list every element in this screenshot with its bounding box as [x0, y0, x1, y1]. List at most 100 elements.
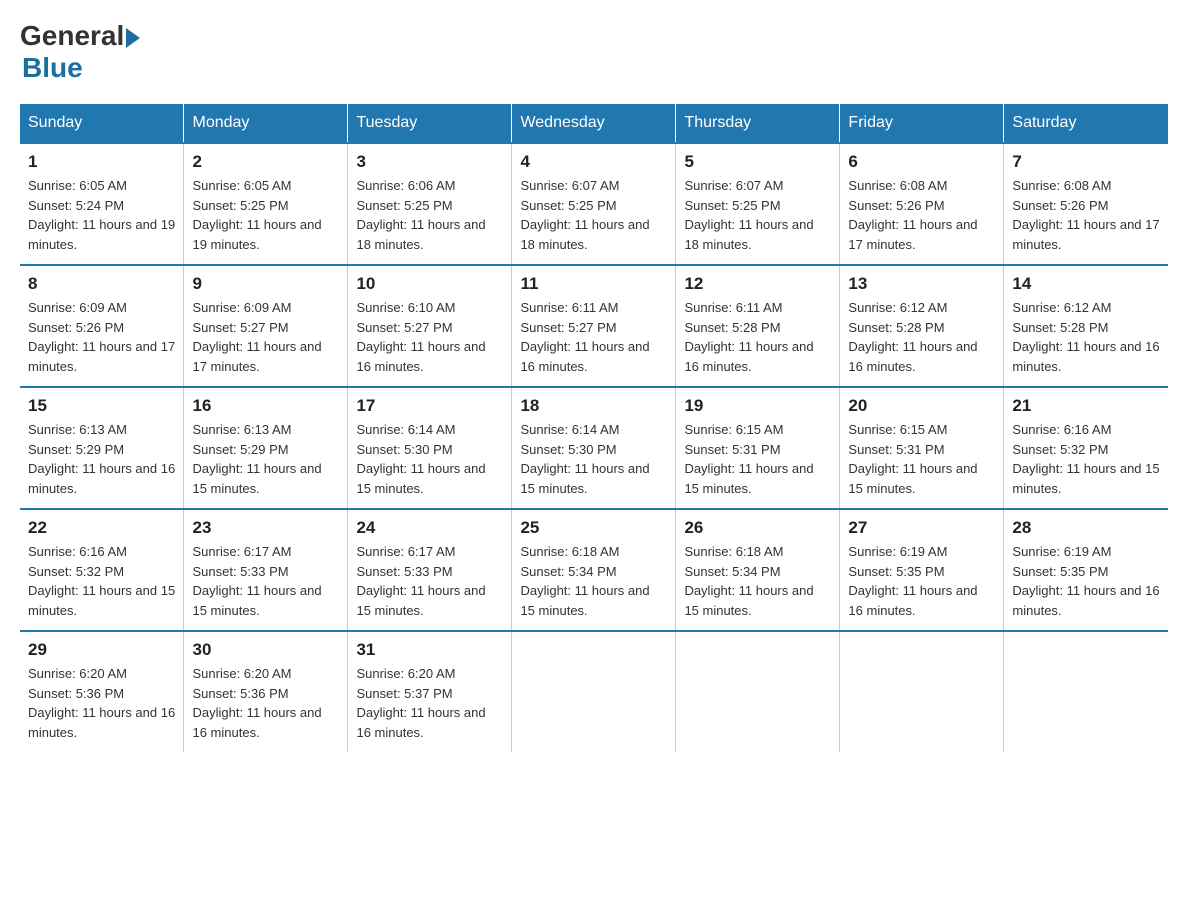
- header-tuesday: Tuesday: [348, 104, 512, 143]
- day-number: 7: [1012, 152, 1160, 172]
- calendar-cell: 27 Sunrise: 6:19 AM Sunset: 5:35 PM Dayl…: [840, 509, 1004, 631]
- day-number: 22: [28, 518, 175, 538]
- day-info: Sunrise: 6:09 AM Sunset: 5:26 PM Dayligh…: [28, 298, 175, 376]
- day-info: Sunrise: 6:17 AM Sunset: 5:33 PM Dayligh…: [356, 542, 503, 620]
- calendar-cell: 31 Sunrise: 6:20 AM Sunset: 5:37 PM Dayl…: [348, 631, 512, 752]
- day-number: 19: [684, 396, 831, 416]
- day-info: Sunrise: 6:07 AM Sunset: 5:25 PM Dayligh…: [520, 176, 667, 254]
- calendar-cell: 16 Sunrise: 6:13 AM Sunset: 5:29 PM Dayl…: [184, 387, 348, 509]
- calendar-table: SundayMondayTuesdayWednesdayThursdayFrid…: [20, 104, 1168, 752]
- day-number: 17: [356, 396, 503, 416]
- day-info: Sunrise: 6:16 AM Sunset: 5:32 PM Dayligh…: [28, 542, 175, 620]
- day-number: 23: [192, 518, 339, 538]
- day-number: 10: [356, 274, 503, 294]
- day-number: 27: [848, 518, 995, 538]
- logo-blue-text: Blue: [22, 52, 140, 84]
- day-info: Sunrise: 6:20 AM Sunset: 5:37 PM Dayligh…: [356, 664, 503, 742]
- day-number: 4: [520, 152, 667, 172]
- calendar-week-row: 29 Sunrise: 6:20 AM Sunset: 5:36 PM Dayl…: [20, 631, 1168, 752]
- calendar-cell: 25 Sunrise: 6:18 AM Sunset: 5:34 PM Dayl…: [512, 509, 676, 631]
- calendar-week-row: 8 Sunrise: 6:09 AM Sunset: 5:26 PM Dayli…: [20, 265, 1168, 387]
- calendar-cell: 23 Sunrise: 6:17 AM Sunset: 5:33 PM Dayl…: [184, 509, 348, 631]
- day-number: 12: [684, 274, 831, 294]
- calendar-cell: 29 Sunrise: 6:20 AM Sunset: 5:36 PM Dayl…: [20, 631, 184, 752]
- day-info: Sunrise: 6:19 AM Sunset: 5:35 PM Dayligh…: [1012, 542, 1160, 620]
- day-number: 29: [28, 640, 175, 660]
- day-number: 30: [192, 640, 339, 660]
- day-info: Sunrise: 6:09 AM Sunset: 5:27 PM Dayligh…: [192, 298, 339, 376]
- calendar-cell: 13 Sunrise: 6:12 AM Sunset: 5:28 PM Dayl…: [840, 265, 1004, 387]
- day-number: 25: [520, 518, 667, 538]
- calendar-cell: 17 Sunrise: 6:14 AM Sunset: 5:30 PM Dayl…: [348, 387, 512, 509]
- day-info: Sunrise: 6:05 AM Sunset: 5:24 PM Dayligh…: [28, 176, 175, 254]
- calendar-week-row: 15 Sunrise: 6:13 AM Sunset: 5:29 PM Dayl…: [20, 387, 1168, 509]
- day-info: Sunrise: 6:13 AM Sunset: 5:29 PM Dayligh…: [28, 420, 175, 498]
- calendar-cell: 10 Sunrise: 6:10 AM Sunset: 5:27 PM Dayl…: [348, 265, 512, 387]
- day-number: 14: [1012, 274, 1160, 294]
- page-header: General Blue: [20, 20, 1168, 84]
- calendar-cell: 6 Sunrise: 6:08 AM Sunset: 5:26 PM Dayli…: [840, 143, 1004, 265]
- day-info: Sunrise: 6:20 AM Sunset: 5:36 PM Dayligh…: [192, 664, 339, 742]
- calendar-cell: 24 Sunrise: 6:17 AM Sunset: 5:33 PM Dayl…: [348, 509, 512, 631]
- logo-general-text: General: [20, 20, 124, 52]
- day-info: Sunrise: 6:12 AM Sunset: 5:28 PM Dayligh…: [1012, 298, 1160, 376]
- day-info: Sunrise: 6:12 AM Sunset: 5:28 PM Dayligh…: [848, 298, 995, 376]
- calendar-cell: [512, 631, 676, 752]
- header-saturday: Saturday: [1004, 104, 1168, 143]
- calendar-cell: 2 Sunrise: 6:05 AM Sunset: 5:25 PM Dayli…: [184, 143, 348, 265]
- header-monday: Monday: [184, 104, 348, 143]
- day-number: 9: [192, 274, 339, 294]
- calendar-cell: 26 Sunrise: 6:18 AM Sunset: 5:34 PM Dayl…: [676, 509, 840, 631]
- day-info: Sunrise: 6:06 AM Sunset: 5:25 PM Dayligh…: [356, 176, 503, 254]
- calendar-cell: [1004, 631, 1168, 752]
- calendar-cell: 5 Sunrise: 6:07 AM Sunset: 5:25 PM Dayli…: [676, 143, 840, 265]
- calendar-cell: 19 Sunrise: 6:15 AM Sunset: 5:31 PM Dayl…: [676, 387, 840, 509]
- calendar-cell: 12 Sunrise: 6:11 AM Sunset: 5:28 PM Dayl…: [676, 265, 840, 387]
- day-info: Sunrise: 6:07 AM Sunset: 5:25 PM Dayligh…: [684, 176, 831, 254]
- day-info: Sunrise: 6:19 AM Sunset: 5:35 PM Dayligh…: [848, 542, 995, 620]
- day-info: Sunrise: 6:11 AM Sunset: 5:27 PM Dayligh…: [520, 298, 667, 376]
- day-number: 28: [1012, 518, 1160, 538]
- day-info: Sunrise: 6:18 AM Sunset: 5:34 PM Dayligh…: [684, 542, 831, 620]
- calendar-cell: 11 Sunrise: 6:11 AM Sunset: 5:27 PM Dayl…: [512, 265, 676, 387]
- calendar-cell: 9 Sunrise: 6:09 AM Sunset: 5:27 PM Dayli…: [184, 265, 348, 387]
- day-info: Sunrise: 6:05 AM Sunset: 5:25 PM Dayligh…: [192, 176, 339, 254]
- day-info: Sunrise: 6:15 AM Sunset: 5:31 PM Dayligh…: [848, 420, 995, 498]
- calendar-cell: 15 Sunrise: 6:13 AM Sunset: 5:29 PM Dayl…: [20, 387, 184, 509]
- day-info: Sunrise: 6:13 AM Sunset: 5:29 PM Dayligh…: [192, 420, 339, 498]
- day-info: Sunrise: 6:17 AM Sunset: 5:33 PM Dayligh…: [192, 542, 339, 620]
- day-info: Sunrise: 6:16 AM Sunset: 5:32 PM Dayligh…: [1012, 420, 1160, 498]
- day-number: 1: [28, 152, 175, 172]
- calendar-cell: [840, 631, 1004, 752]
- day-number: 31: [356, 640, 503, 660]
- day-number: 3: [356, 152, 503, 172]
- day-number: 15: [28, 396, 175, 416]
- day-number: 11: [520, 274, 667, 294]
- day-number: 20: [848, 396, 995, 416]
- logo-arrow-icon: [126, 28, 140, 48]
- day-info: Sunrise: 6:11 AM Sunset: 5:28 PM Dayligh…: [684, 298, 831, 376]
- day-number: 5: [684, 152, 831, 172]
- day-number: 6: [848, 152, 995, 172]
- day-info: Sunrise: 6:14 AM Sunset: 5:30 PM Dayligh…: [356, 420, 503, 498]
- header-thursday: Thursday: [676, 104, 840, 143]
- calendar-week-row: 22 Sunrise: 6:16 AM Sunset: 5:32 PM Dayl…: [20, 509, 1168, 631]
- day-number: 26: [684, 518, 831, 538]
- day-number: 24: [356, 518, 503, 538]
- day-info: Sunrise: 6:08 AM Sunset: 5:26 PM Dayligh…: [1012, 176, 1160, 254]
- day-number: 2: [192, 152, 339, 172]
- calendar-cell: 14 Sunrise: 6:12 AM Sunset: 5:28 PM Dayl…: [1004, 265, 1168, 387]
- calendar-cell: 21 Sunrise: 6:16 AM Sunset: 5:32 PM Dayl…: [1004, 387, 1168, 509]
- header-sunday: Sunday: [20, 104, 184, 143]
- calendar-header-row: SundayMondayTuesdayWednesdayThursdayFrid…: [20, 104, 1168, 143]
- calendar-cell: 7 Sunrise: 6:08 AM Sunset: 5:26 PM Dayli…: [1004, 143, 1168, 265]
- day-info: Sunrise: 6:18 AM Sunset: 5:34 PM Dayligh…: [520, 542, 667, 620]
- day-info: Sunrise: 6:15 AM Sunset: 5:31 PM Dayligh…: [684, 420, 831, 498]
- header-wednesday: Wednesday: [512, 104, 676, 143]
- header-friday: Friday: [840, 104, 1004, 143]
- calendar-cell: 30 Sunrise: 6:20 AM Sunset: 5:36 PM Dayl…: [184, 631, 348, 752]
- day-info: Sunrise: 6:14 AM Sunset: 5:30 PM Dayligh…: [520, 420, 667, 498]
- day-number: 21: [1012, 396, 1160, 416]
- calendar-cell: [676, 631, 840, 752]
- day-info: Sunrise: 6:08 AM Sunset: 5:26 PM Dayligh…: [848, 176, 995, 254]
